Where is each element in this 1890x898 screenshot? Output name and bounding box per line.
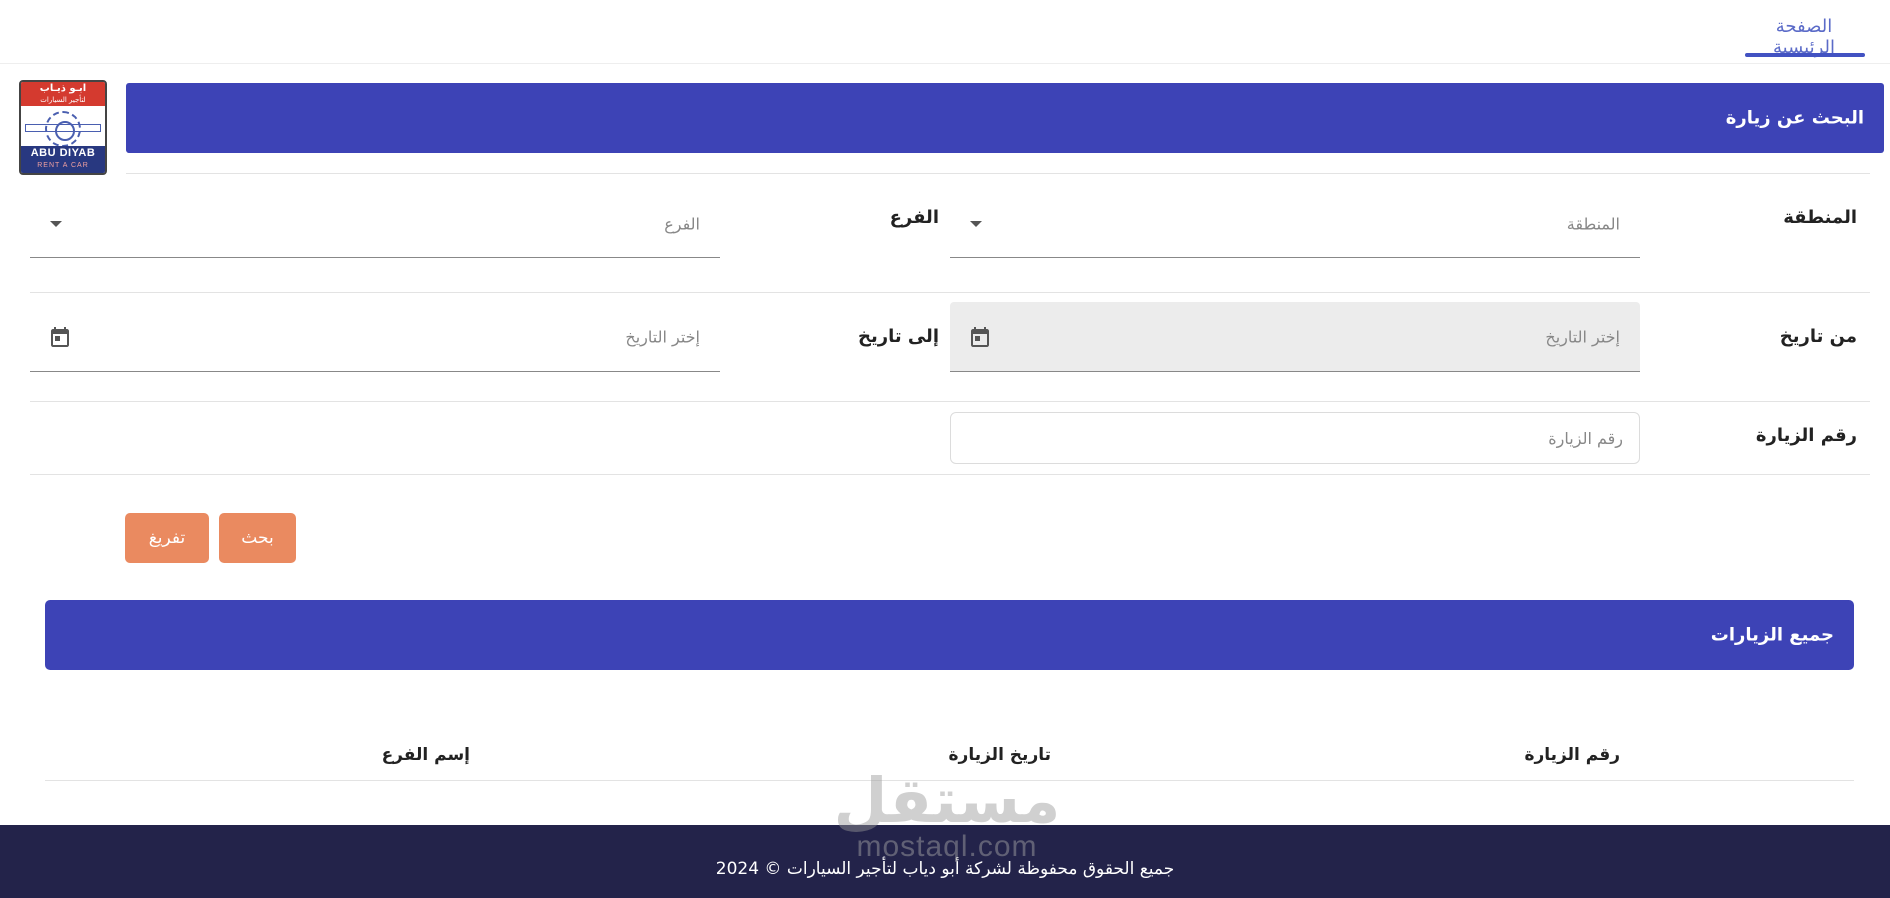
caret-down-icon	[970, 220, 982, 227]
to-date-picker[interactable]: إختر التاريخ	[30, 302, 720, 372]
divider	[30, 401, 1870, 402]
to-date-label: إلى تاريخ	[857, 326, 939, 347]
from-date-placeholder: إختر التاريخ	[1545, 327, 1620, 346]
clear-button[interactable]: تفريغ	[125, 513, 209, 563]
logo-english-sub: RENT A CAR	[37, 162, 89, 169]
company-logo: ابـو ذيـاب لتأجير السيارات ABU DIYAB REN…	[19, 80, 107, 175]
branch-select[interactable]: الفرع	[30, 190, 720, 258]
region-label: المنطقة	[1783, 207, 1857, 228]
caret-down-icon	[50, 220, 62, 227]
visit-number-input[interactable]	[950, 412, 1640, 464]
column-header-visit-date[interactable]: تاريخ الزيارة	[949, 745, 1051, 765]
divider	[30, 292, 1870, 293]
search-section-header: البحث عن زيارة	[126, 83, 1884, 153]
divider	[126, 173, 1870, 174]
table-header-divider	[45, 780, 1854, 781]
to-date-placeholder: إختر التاريخ	[625, 327, 700, 346]
tab-home[interactable]: الصفحة الرئيسية	[1743, 0, 1865, 64]
visits-section-title: جميع الزيارات	[1710, 624, 1834, 646]
calendar-icon[interactable]	[48, 325, 72, 349]
logo-english-banner: ABU DIYAB RENT A CAR	[21, 146, 105, 173]
calendar-icon[interactable]	[968, 325, 992, 349]
tab-active-indicator	[1745, 53, 1865, 57]
logo-emblem-area	[21, 106, 105, 150]
search-button[interactable]: بحث	[219, 513, 296, 563]
page-footer: جميع الحقوق محفوظة لشركة أبو دياب لتأجير…	[0, 825, 1890, 898]
from-date-picker[interactable]: إختر التاريخ	[950, 302, 1640, 372]
tab-home-label: الصفحة الرئيسية	[1773, 16, 1835, 58]
logo-arabic-sub: لتأجير السيارات	[40, 96, 86, 104]
from-date-label: من تاريخ	[1779, 326, 1857, 347]
visit-number-label: رقم الزيارة	[1755, 425, 1857, 446]
logo-english-name: ABU DIYAB	[30, 147, 96, 159]
region-placeholder: المنطقة	[1566, 214, 1620, 233]
top-nav: الصفحة الرئيسية	[0, 0, 1890, 64]
logo-arabic-banner: ابـو ذيـاب لتأجير السيارات	[21, 82, 105, 106]
visits-section-header: جميع الزيارات	[45, 600, 1854, 670]
column-header-visit-number[interactable]: رقم الزيارة	[1524, 745, 1620, 765]
column-header-branch-name[interactable]: إسم الفرع	[382, 745, 470, 765]
logo-arabic-name: ابـو ذيـاب	[39, 83, 87, 94]
branch-placeholder: الفرع	[664, 214, 700, 233]
footer-copyright: جميع الحقوق محفوظة لشركة أبو دياب لتأجير…	[715, 859, 1175, 879]
branch-label: الفرع	[889, 207, 939, 228]
divider	[30, 474, 1870, 475]
search-section-title: البحث عن زيارة	[1725, 107, 1864, 129]
logo-emblem-icon	[45, 111, 81, 147]
region-select[interactable]: المنطقة	[950, 190, 1640, 258]
